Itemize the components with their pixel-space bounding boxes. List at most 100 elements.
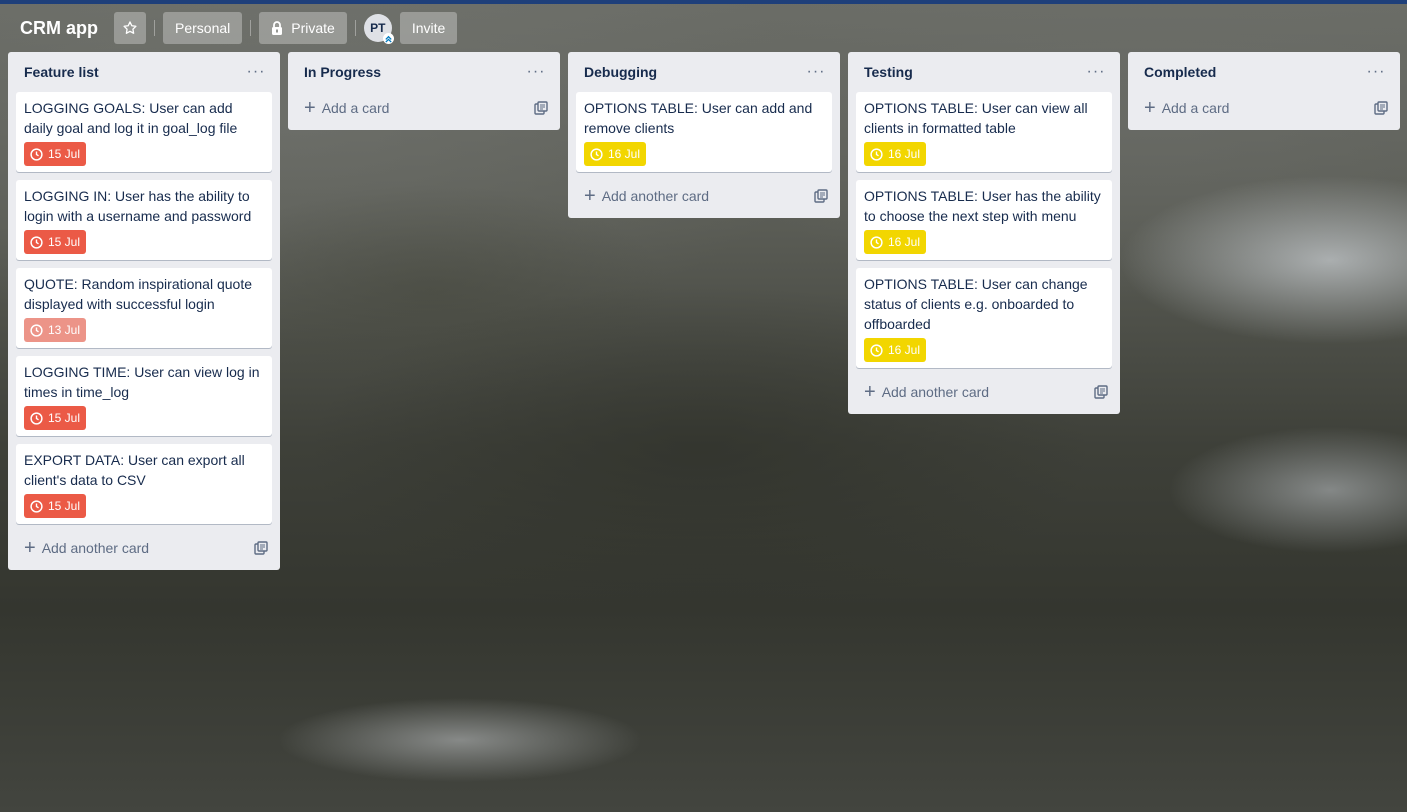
star-button[interactable]	[114, 12, 146, 44]
due-date-badge[interactable]: 15 Jul	[24, 406, 87, 430]
add-card-label: Add another card	[601, 188, 710, 204]
lock-icon	[272, 21, 283, 35]
header-divider	[250, 20, 252, 36]
due-date-text: 13 Jul	[48, 323, 81, 337]
due-date-badge[interactable]: 16 Jul	[864, 338, 927, 362]
card[interactable]: OPTIONS TABLE: User has the ability to c…	[856, 180, 1112, 260]
list-header: Feature list ···	[16, 52, 272, 92]
invite-button[interactable]: Invite	[399, 12, 458, 44]
personal-button[interactable]: Personal	[163, 12, 243, 44]
template-icon[interactable]	[814, 189, 828, 203]
card[interactable]: OPTIONS TABLE: User can view all clients…	[856, 92, 1112, 172]
due-date-badge[interactable]: 15 Jul	[24, 494, 87, 518]
clock-icon	[30, 499, 43, 513]
card[interactable]: OPTIONS TABLE: User can change status of…	[856, 268, 1112, 368]
card-title: LOGGING TIME: User can view log in times…	[24, 364, 260, 400]
due-date-text: 15 Jul	[48, 411, 81, 425]
list-completed: Completed ··· + Add a card	[1128, 52, 1400, 130]
card[interactable]: LOGGING IN: User has the ability to logi…	[16, 180, 272, 260]
plus-icon: +	[584, 185, 596, 207]
card[interactable]: EXPORT DATA: User can export all client'…	[16, 444, 272, 524]
add-card-button[interactable]: + Add another card	[16, 532, 272, 564]
header-divider	[154, 20, 155, 36]
due-date-text: 16 Jul	[888, 343, 921, 357]
board-header: CRM app Personal Private PT Invite	[12, 12, 458, 44]
add-card-left: + Add another card	[864, 382, 989, 402]
add-card-label: Add another card	[41, 540, 150, 556]
add-card-button[interactable]: + Add another card	[576, 180, 832, 212]
add-card-label: Add a card	[1161, 100, 1230, 116]
card-title: OPTIONS TABLE: User has the ability to c…	[864, 188, 1101, 224]
private-button[interactable]: Private	[259, 12, 347, 44]
list-header: In Progress ···	[296, 52, 552, 92]
card-title: QUOTE: Random inspirational quote displa…	[24, 276, 252, 312]
due-date-badge[interactable]: 15 Jul	[24, 142, 87, 166]
card[interactable]: LOGGING GOALS: User can add daily goal a…	[16, 92, 272, 172]
card-title: LOGGING IN: User has the ability to logi…	[24, 188, 252, 224]
due-date-text: 16 Jul	[888, 235, 921, 249]
add-card-label: Add a card	[321, 100, 390, 116]
more-icon[interactable]: ···	[804, 63, 828, 81]
list-header: Testing ···	[856, 52, 1112, 92]
due-date-badge[interactable]: 15 Jul	[24, 230, 87, 254]
card[interactable]: OPTIONS TABLE: User can add and remove c…	[576, 92, 832, 172]
list-title[interactable]: Testing	[864, 64, 913, 80]
due-date-text: 15 Jul	[48, 147, 81, 161]
card[interactable]: LOGGING TIME: User can view log in times…	[16, 356, 272, 436]
plus-icon: +	[24, 537, 36, 559]
list-title[interactable]: Debugging	[584, 64, 657, 80]
clock-icon	[590, 147, 603, 161]
due-date-text: 15 Jul	[48, 235, 81, 249]
list-title[interactable]: Feature list	[24, 64, 99, 80]
add-card-left: + Add a card	[1144, 98, 1229, 118]
clock-icon	[30, 411, 43, 425]
list-testing: Testing ··· OPTIONS TABLE: User can view…	[848, 52, 1120, 414]
template-icon[interactable]	[1374, 101, 1388, 115]
due-date-badge[interactable]: 16 Jul	[864, 230, 927, 254]
add-card-left: + Add another card	[24, 538, 149, 558]
plus-icon: +	[864, 381, 876, 403]
list-header: Completed ···	[1136, 52, 1392, 92]
template-icon[interactable]	[254, 541, 268, 555]
clock-icon	[870, 343, 883, 357]
top-stripe	[0, 0, 1407, 4]
due-date-text: 16 Jul	[608, 147, 641, 161]
clock-icon	[30, 147, 43, 161]
admin-badge-icon	[382, 33, 394, 44]
add-card-left: + Add another card	[584, 186, 709, 206]
due-date-badge[interactable]: 13 Jul	[24, 318, 87, 342]
due-date-badge[interactable]: 16 Jul	[864, 142, 927, 166]
avatar[interactable]: PT	[363, 14, 394, 44]
more-icon[interactable]: ···	[244, 63, 268, 81]
add-card-label: Add another card	[881, 384, 990, 400]
plus-icon: +	[304, 97, 316, 119]
plus-icon: +	[1144, 97, 1156, 119]
clock-icon	[870, 235, 883, 249]
card-title: LOGGING GOALS: User can add daily goal a…	[24, 100, 238, 136]
due-date-text: 16 Jul	[888, 147, 921, 161]
list-title[interactable]: Completed	[1144, 64, 1216, 80]
card-title: EXPORT DATA: User can export all client'…	[24, 452, 245, 488]
due-date-badge[interactable]: 16 Jul	[584, 142, 647, 166]
more-icon[interactable]: ···	[524, 63, 548, 81]
more-icon[interactable]: ···	[1084, 63, 1108, 81]
clock-icon	[30, 323, 43, 337]
list-header: Debugging ···	[576, 52, 832, 92]
more-icon[interactable]: ···	[1364, 63, 1388, 81]
card[interactable]: QUOTE: Random inspirational quote displa…	[16, 268, 272, 348]
list-feature-list: Feature list ··· LOGGING GOALS: User can…	[8, 52, 280, 570]
add-card-button[interactable]: + Add a card	[296, 92, 552, 124]
clock-icon	[870, 147, 883, 161]
list-title[interactable]: In Progress	[304, 64, 381, 80]
avatar-initials: PT	[370, 21, 386, 35]
board-title[interactable]: CRM app	[12, 18, 106, 39]
header-divider	[354, 20, 356, 36]
card-title: OPTIONS TABLE: User can change status of…	[864, 276, 1088, 332]
add-card-button[interactable]: + Add another card	[856, 376, 1112, 408]
add-card-button[interactable]: + Add a card	[1136, 92, 1392, 124]
list-debugging: Debugging ··· OPTIONS TABLE: User can ad…	[568, 52, 840, 218]
template-icon[interactable]	[534, 101, 548, 115]
template-icon[interactable]	[1094, 385, 1108, 399]
clock-icon	[30, 235, 43, 249]
add-card-left: + Add a card	[304, 98, 389, 118]
